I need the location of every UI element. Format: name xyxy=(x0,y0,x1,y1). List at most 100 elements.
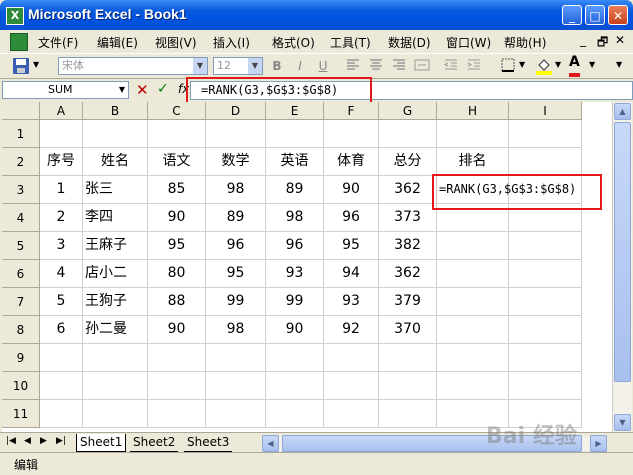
cell-a7[interactable]: 5 xyxy=(40,288,83,316)
cell-d1[interactable] xyxy=(206,120,266,148)
bold-button[interactable]: B xyxy=(268,58,286,75)
cell-h7[interactable] xyxy=(437,288,509,316)
cell-h1[interactable] xyxy=(437,120,509,148)
cell-e2[interactable]: 英语 xyxy=(266,148,324,176)
cell-b6[interactable]: 店小二 xyxy=(83,260,148,288)
cell-a4[interactable]: 2 xyxy=(40,204,83,232)
cell-b1[interactable] xyxy=(83,120,148,148)
cell-b2[interactable]: 姓名 xyxy=(83,148,148,176)
maximize-button[interactable]: □ xyxy=(585,5,605,25)
align-center-icon[interactable] xyxy=(368,57,384,75)
cell-b9[interactable] xyxy=(83,344,148,372)
cell-c8[interactable]: 90 xyxy=(148,316,206,344)
row-header-11[interactable]: 11 xyxy=(2,400,40,428)
cell-h5[interactable] xyxy=(437,232,509,260)
cell-c10[interactable] xyxy=(148,372,206,400)
row-header-8[interactable]: 8 xyxy=(2,316,40,344)
cell-a6[interactable]: 4 xyxy=(40,260,83,288)
cell-e5[interactable]: 96 xyxy=(266,232,324,260)
menu-view[interactable]: 视图(V) xyxy=(155,34,197,51)
cell-d4[interactable]: 89 xyxy=(206,204,266,232)
cell-f7[interactable]: 93 xyxy=(324,288,379,316)
cell-f3[interactable]: 90 xyxy=(324,176,379,204)
fill-color-icon[interactable] xyxy=(535,57,553,75)
scroll-right-icon[interactable]: ▶ xyxy=(590,435,607,452)
minimize-button[interactable]: _ xyxy=(562,5,582,25)
first-sheet-icon[interactable]: |◀ xyxy=(6,436,16,446)
column-header-a[interactable]: A xyxy=(40,102,83,120)
borders-dropdown-icon[interactable]: ▼ xyxy=(519,60,525,78)
align-right-icon[interactable] xyxy=(391,57,407,75)
cell-a8[interactable]: 6 xyxy=(40,316,83,344)
menu-tools[interactable]: 工具(T) xyxy=(330,34,371,51)
cell-d9[interactable] xyxy=(206,344,266,372)
menu-format[interactable]: 格式(O) xyxy=(272,34,315,51)
save-icon[interactable] xyxy=(12,57,30,75)
row-header-10[interactable]: 10 xyxy=(2,372,40,400)
column-header-e[interactable]: E xyxy=(266,102,324,120)
cell-g9[interactable] xyxy=(379,344,437,372)
cell-b4[interactable]: 李四 xyxy=(83,204,148,232)
menu-insert[interactable]: 插入(I) xyxy=(213,34,250,51)
select-all-corner[interactable] xyxy=(2,102,40,120)
doc-close-button[interactable]: ✕ xyxy=(615,33,625,47)
cell-i6[interactable] xyxy=(509,260,582,288)
column-header-c[interactable]: C xyxy=(148,102,206,120)
toolbar-options-icon[interactable]: ▼ xyxy=(616,60,622,78)
cell-f10[interactable] xyxy=(324,372,379,400)
font-size-combo[interactable]: 12 ▼ xyxy=(213,57,263,75)
name-box[interactable]: SUM ▼ xyxy=(2,81,129,99)
cell-f11[interactable] xyxy=(324,400,379,428)
cell-c5[interactable]: 95 xyxy=(148,232,206,260)
cell-g8[interactable]: 370 xyxy=(379,316,437,344)
scroll-left-icon[interactable]: ◀ xyxy=(262,435,279,452)
column-header-d[interactable]: D xyxy=(206,102,266,120)
row-header-3[interactable]: 3 xyxy=(2,176,40,204)
font-color-icon[interactable]: A xyxy=(569,55,580,77)
close-button[interactable]: ✕ xyxy=(608,5,628,25)
cell-h10[interactable] xyxy=(437,372,509,400)
cell-d11[interactable] xyxy=(206,400,266,428)
tab-sheet1[interactable]: Sheet1 xyxy=(76,434,127,452)
row-header-5[interactable]: 5 xyxy=(2,232,40,260)
row-header-7[interactable]: 7 xyxy=(2,288,40,316)
cell-e8[interactable]: 90 xyxy=(266,316,324,344)
row-header-4[interactable]: 4 xyxy=(2,204,40,232)
tab-sheet2[interactable]: Sheet2 xyxy=(130,434,179,452)
fill-color-dropdown-icon[interactable]: ▼ xyxy=(555,60,561,78)
cell-b10[interactable] xyxy=(83,372,148,400)
cell-i2[interactable] xyxy=(509,148,582,176)
menu-help[interactable]: 帮助(H) xyxy=(504,34,546,51)
column-header-i[interactable]: I xyxy=(509,102,582,120)
cell-c7[interactable]: 88 xyxy=(148,288,206,316)
decrease-indent-icon[interactable] xyxy=(443,57,459,75)
last-sheet-icon[interactable]: ▶| xyxy=(56,436,66,446)
cell-f4[interactable]: 96 xyxy=(324,204,379,232)
workbook-icon[interactable] xyxy=(10,33,28,51)
menu-edit[interactable]: 编辑(E) xyxy=(97,34,138,51)
cell-b8[interactable]: 孙二曼 xyxy=(83,316,148,344)
worksheet-grid[interactable]: A B C D E F G H I 1 2 序号 姓名 语文 数学 英语 体育 总分 排名 3 1 张三 85 98 89 90 3… xyxy=(2,102,612,432)
menu-file[interactable]: 文件(F) xyxy=(38,34,78,51)
prev-sheet-icon[interactable]: ◀ xyxy=(24,436,31,446)
cell-g11[interactable] xyxy=(379,400,437,428)
cancel-icon[interactable]: ✕ xyxy=(136,81,149,99)
font-name-combo[interactable]: 宋体 ▼ xyxy=(58,57,208,75)
cell-a1[interactable] xyxy=(40,120,83,148)
cell-i1[interactable] xyxy=(509,120,582,148)
cell-i7[interactable] xyxy=(509,288,582,316)
column-header-h[interactable]: H xyxy=(437,102,509,120)
column-header-f[interactable]: F xyxy=(324,102,379,120)
cell-h2[interactable]: 排名 xyxy=(437,148,509,176)
excel-app-icon[interactable]: X xyxy=(6,7,24,25)
cell-c2[interactable]: 语文 xyxy=(148,148,206,176)
cell-f5[interactable]: 95 xyxy=(324,232,379,260)
cell-e9[interactable] xyxy=(266,344,324,372)
doc-restore-button[interactable]: 🗗 xyxy=(597,33,608,54)
cell-d10[interactable] xyxy=(206,372,266,400)
cell-g5[interactable]: 382 xyxy=(379,232,437,260)
cell-f1[interactable] xyxy=(324,120,379,148)
menu-data[interactable]: 数据(D) xyxy=(388,34,431,51)
toolbar-options-icon[interactable]: ▼ xyxy=(33,60,39,78)
chevron-down-icon[interactable]: ▼ xyxy=(248,58,262,74)
